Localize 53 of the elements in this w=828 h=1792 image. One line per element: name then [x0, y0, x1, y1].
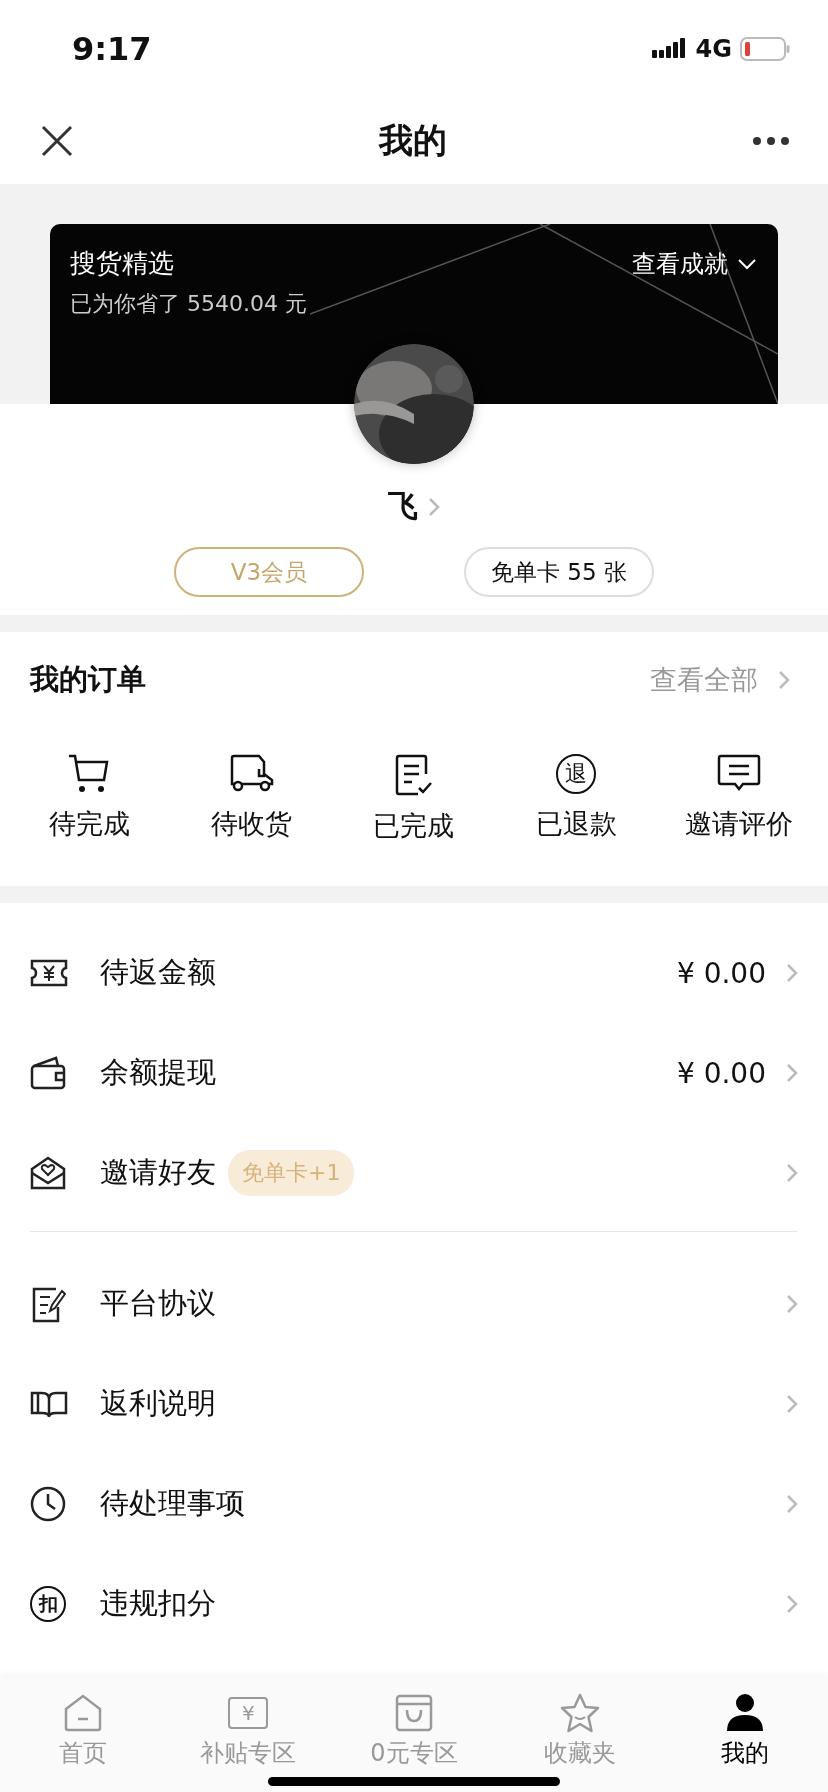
wallet-icon	[30, 1056, 68, 1090]
close-icon[interactable]	[40, 124, 74, 158]
mail-heart-icon	[30, 1155, 66, 1191]
document-edit-icon	[30, 1285, 66, 1323]
chevron-right-icon	[786, 1494, 798, 1514]
brand-name: 搜货精选	[70, 247, 174, 280]
clock-icon	[30, 1486, 66, 1522]
menu-item[interactable]: 扣 违规扣分	[30, 1554, 798, 1654]
reward-tag: 免单卡+1	[228, 1150, 355, 1196]
book-icon	[30, 1389, 68, 1419]
yuan-ticket-icon	[30, 959, 68, 987]
order-status-button[interactable]: 已完成	[338, 754, 489, 844]
chevron-right-icon	[778, 670, 790, 690]
deduct-icon: 扣	[30, 1586, 66, 1622]
menu-item[interactable]: 待返金额 ¥ 0.00	[30, 923, 798, 1023]
status-time: 9:17	[72, 30, 152, 68]
badge-button[interactable]: 免单卡 55 张	[464, 547, 654, 597]
menu-item[interactable]: 余额提现 ¥ 0.00	[30, 1023, 798, 1123]
refund-icon: 退	[556, 754, 597, 794]
achievements-button[interactable]: 查看成就	[632, 247, 756, 280]
menu-item[interactable]: 返利说明	[30, 1354, 798, 1454]
chevron-right-icon	[786, 963, 798, 983]
chevron-right-icon	[786, 1294, 798, 1314]
chevron-right-icon	[786, 1063, 798, 1083]
menu-item[interactable]: 平台协议	[30, 1254, 798, 1354]
user-name[interactable]: 飞	[388, 486, 440, 527]
yuan-ticket-icon: ¥	[228, 1697, 269, 1729]
home-icon	[62, 1693, 103, 1733]
chevron-right-icon	[786, 1594, 798, 1614]
chevron-right-icon	[786, 1163, 798, 1183]
signal-icon	[651, 38, 688, 60]
chevron-right-icon	[428, 496, 440, 517]
savings-text: 已为你省了 5540.04 元	[70, 290, 308, 318]
order-status-button[interactable]: 待完成	[14, 754, 165, 844]
bag-icon	[394, 1693, 434, 1733]
section-title: 我的订单	[30, 661, 146, 698]
menu-item[interactable]: 待处理事项	[30, 1454, 798, 1554]
tab-item[interactable]: 我的	[670, 1693, 821, 1769]
chevron-right-icon	[786, 1394, 798, 1414]
network-label: 4G	[695, 35, 732, 63]
page-title: 我的	[379, 119, 447, 162]
battery-icon	[740, 37, 790, 61]
checklist-icon	[393, 754, 434, 796]
person-icon	[725, 1693, 766, 1733]
order-status-button[interactable]: 待收货	[176, 754, 327, 844]
star-icon	[558, 1693, 601, 1733]
order-status-button[interactable]: 邀请评价	[663, 754, 814, 844]
cart-icon	[68, 754, 111, 794]
truck-icon	[228, 754, 275, 794]
more-icon[interactable]	[752, 136, 790, 146]
order-status-button[interactable]: 退 已退款	[501, 754, 652, 844]
menu-item[interactable]: 邀请好友 免单卡+1	[30, 1123, 798, 1223]
chevron-down-icon	[738, 257, 756, 270]
